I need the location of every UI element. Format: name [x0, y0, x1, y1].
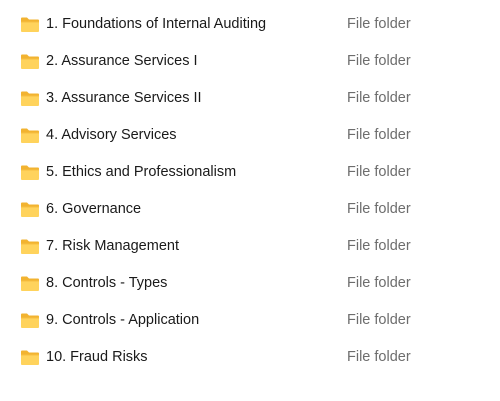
file-row[interactable]: 5. Ethics and Professionalism File folde…	[0, 154, 500, 191]
folder-icon	[20, 349, 40, 366]
folder-icon	[20, 275, 40, 292]
folder-icon	[20, 238, 40, 255]
file-row[interactable]: 8. Controls - Types File folder	[0, 265, 500, 302]
file-row[interactable]: 10. Fraud Risks File folder	[0, 339, 500, 376]
file-row[interactable]: 6. Governance File folder	[0, 191, 500, 228]
folder-icon	[20, 201, 40, 218]
file-type: File folder	[347, 349, 411, 365]
file-name: 8. Controls - Types	[46, 275, 168, 291]
file-name: 7. Risk Management	[46, 238, 179, 254]
file-row[interactable]: 7. Risk Management File folder	[0, 228, 500, 265]
file-type: File folder	[347, 201, 411, 217]
folder-icon	[20, 164, 40, 181]
folder-icon	[20, 127, 40, 144]
file-name: 2. Assurance Services I	[46, 53, 198, 69]
file-name: 1. Foundations of Internal Auditing	[46, 16, 267, 32]
file-row[interactable]: 2. Assurance Services I File folder	[0, 43, 500, 80]
folder-icon	[20, 90, 40, 107]
file-type: File folder	[347, 238, 411, 254]
file-type: File folder	[347, 53, 411, 69]
file-name: 6. Governance	[46, 201, 142, 217]
file-type: File folder	[347, 275, 411, 291]
file-name: 4. Advisory Services	[46, 127, 177, 143]
file-name: 10. Fraud Risks	[46, 349, 148, 365]
file-type: File folder	[347, 164, 411, 180]
folder-icon	[20, 53, 40, 70]
file-type: File folder	[347, 16, 411, 32]
file-type: File folder	[347, 312, 411, 328]
file-row[interactable]: 4. Advisory Services File folder	[0, 117, 500, 154]
file-row[interactable]: 9. Controls - Application File folder	[0, 302, 500, 339]
file-name: 3. Assurance Services II	[46, 90, 202, 106]
file-list: 1. Foundations of Internal Auditing File…	[0, 6, 500, 376]
folder-icon	[20, 312, 40, 329]
file-type: File folder	[347, 127, 411, 143]
folder-icon	[20, 16, 40, 33]
file-row[interactable]: 3. Assurance Services II File folder	[0, 80, 500, 117]
file-name: 9. Controls - Application	[46, 312, 200, 328]
file-type: File folder	[347, 90, 411, 106]
file-row[interactable]: 1. Foundations of Internal Auditing File…	[0, 6, 500, 43]
file-name: 5. Ethics and Professionalism	[46, 164, 237, 180]
